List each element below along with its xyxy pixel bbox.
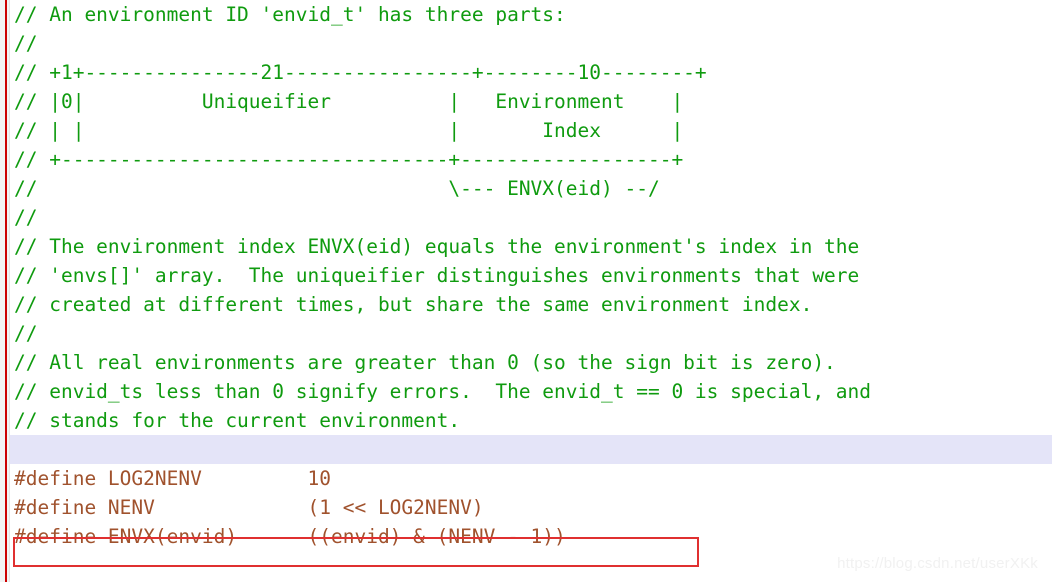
code-line[interactable]: #define ENVX(envid) ((envid) & (NENV - 1… [0,522,1052,551]
code-line[interactable]: // [0,203,1052,232]
code-line[interactable]: // stands for the current environment. [0,406,1052,435]
watermark-text: https://blog.csdn.net/userXKk [837,555,1038,572]
gutter-red-rule [5,0,7,582]
code-editor-window: // An environment ID 'envid_t' has three… [0,0,1052,582]
code-line[interactable]: #define LOG2NENV 10 [0,464,1052,493]
code-line[interactable]: // \--- ENVX(eid) --/ [0,174,1052,203]
editor-gutter [0,0,10,582]
code-line[interactable]: #define NENV (1 << LOG2NENV) [0,493,1052,522]
code-line[interactable]: // envid_ts less than 0 signify errors. … [0,377,1052,406]
code-line[interactable]: // [0,319,1052,348]
code-line[interactable]: // +1+---------------21----------------+… [0,58,1052,87]
code-line[interactable]: // 'envs[]' array. The uniqueifier disti… [0,261,1052,290]
code-line[interactable]: // |0| Uniqueifier | Environment | [0,87,1052,116]
code-line[interactable]: // +---------------------------------+--… [0,145,1052,174]
code-line[interactable] [0,435,1052,464]
code-line[interactable]: // [0,29,1052,58]
code-line[interactable]: // | | | Index | [0,116,1052,145]
code-line[interactable]: // created at different times, but share… [0,290,1052,319]
code-line[interactable]: // The environment index ENVX(eid) equal… [0,232,1052,261]
code-line[interactable]: // All real environments are greater tha… [0,348,1052,377]
code-text-area[interactable]: // An environment ID 'envid_t' has three… [0,0,1052,582]
code-line[interactable]: // An environment ID 'envid_t' has three… [0,0,1052,29]
